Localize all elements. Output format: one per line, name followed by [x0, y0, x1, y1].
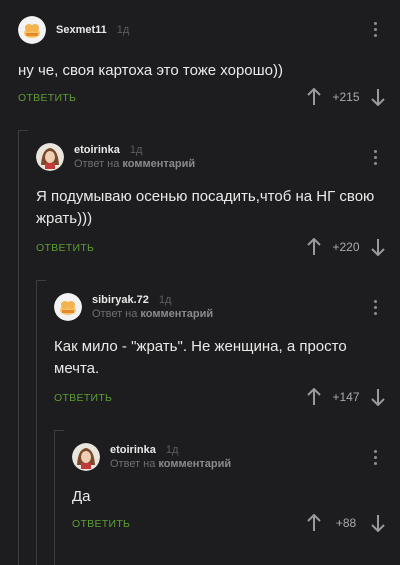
comment-meta: Sexmet11 1д [56, 24, 129, 36]
username[interactable]: etoirinka [110, 444, 156, 456]
reply-to-prefix: Ответ на [110, 458, 156, 470]
arrow-down-icon[interactable] [370, 238, 386, 256]
thread-branch-level-3 [54, 430, 64, 431]
comment-text: ну че, своя картоха это тоже хорошо)) [18, 62, 284, 79]
arrow-down-icon[interactable] [370, 88, 386, 106]
reply-button[interactable]: ОТВЕТИТЬ [36, 242, 94, 254]
comment-header: etoirinka 1д Ответ на комментарий [36, 143, 195, 171]
username[interactable]: etoirinka [74, 144, 120, 156]
arrow-down-icon[interactable] [370, 514, 386, 532]
arrow-up-icon[interactable] [306, 88, 322, 106]
thread-line-level-1 [18, 130, 19, 565]
thread-line-level-3 [54, 430, 55, 565]
reply-to-prefix: Ответ на [92, 308, 138, 320]
more-vertical-icon[interactable] [374, 22, 378, 40]
comment-score: +88 [335, 516, 357, 530]
comment-header: etoirinka 1д Ответ на комментарий [72, 443, 231, 471]
girl-avatar[interactable] [72, 443, 100, 471]
comment-meta: etoirinka 1д Ответ на комментарий [110, 444, 231, 470]
thread-branch-level-1 [18, 130, 28, 131]
thread-line-level-2 [36, 280, 37, 565]
username[interactable]: Sexmet11 [56, 24, 107, 36]
comment-text: Да [72, 488, 91, 505]
reply-to-link[interactable]: комментарий [140, 308, 213, 320]
reply-button[interactable]: ОТВЕТИТЬ [54, 392, 112, 404]
username[interactable]: sibiryak.72 [92, 294, 149, 306]
chicken-avatar[interactable] [54, 293, 82, 321]
reply-to-info: Ответ на комментарий [74, 158, 195, 170]
comment-time: 1д [165, 444, 179, 456]
thread-branch-level-2 [36, 280, 46, 281]
comment-meta: etoirinka 1д Ответ на комментарий [74, 144, 195, 170]
comment-text: Я подумываю осенью посадить,чтоб на НГ с… [36, 188, 375, 227]
reply-to-info: Ответ на комментарий [92, 308, 213, 320]
rating-bar: +88 [306, 514, 386, 532]
reply-to-link[interactable]: комментарий [158, 458, 231, 470]
reply-to-info: Ответ на комментарий [110, 458, 231, 470]
more-vertical-icon[interactable] [374, 150, 378, 168]
reply-to-prefix: Ответ на [74, 158, 120, 170]
comment-text: Как мило - "жрать". Не женщина, а просто… [54, 338, 347, 377]
reply-to-link[interactable]: комментарий [122, 158, 195, 170]
comment-score: +215 [332, 90, 360, 104]
comment-time: 1д [158, 294, 172, 306]
comment-time: 1д [129, 144, 143, 156]
arrow-up-icon[interactable] [306, 238, 322, 256]
more-vertical-icon[interactable] [374, 450, 378, 468]
girl-avatar[interactable] [36, 143, 64, 171]
comment-meta: sibiryak.72 1д Ответ на комментарий [92, 294, 213, 320]
rating-bar: +215 [306, 88, 386, 106]
reply-button[interactable]: ОТВЕТИТЬ [72, 518, 130, 530]
rating-bar: +147 [306, 388, 386, 406]
comment-header: sibiryak.72 1д Ответ на комментарий [54, 293, 213, 321]
arrow-up-icon[interactable] [306, 514, 322, 532]
reply-button[interactable]: ОТВЕТИТЬ [18, 92, 76, 104]
arrow-up-icon[interactable] [306, 388, 322, 406]
comment-time: 1д [116, 24, 130, 36]
chicken-avatar[interactable] [18, 16, 46, 44]
more-vertical-icon[interactable] [374, 300, 378, 318]
arrow-down-icon[interactable] [370, 388, 386, 406]
comment-score: +147 [332, 390, 360, 404]
comment-header: Sexmet11 1д [18, 16, 129, 44]
comment-score: +220 [332, 240, 360, 254]
rating-bar: +220 [306, 238, 386, 256]
